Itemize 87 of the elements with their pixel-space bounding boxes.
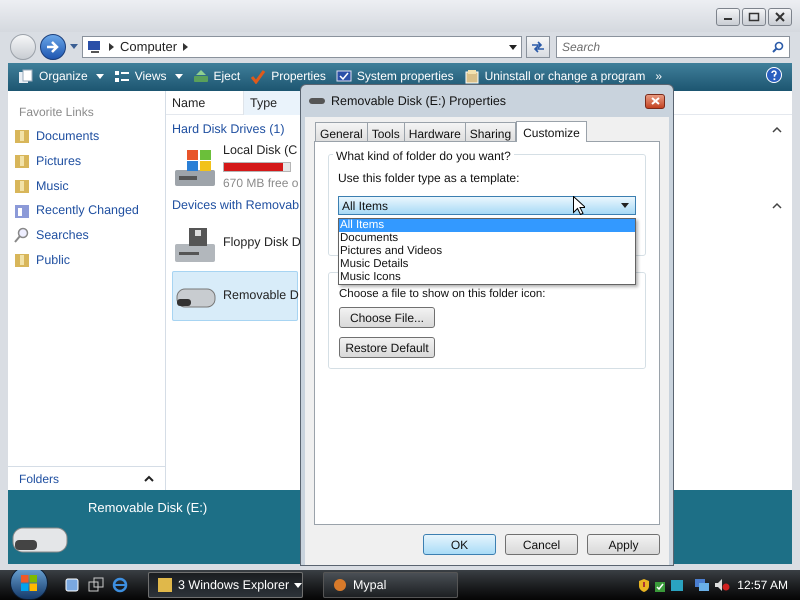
toolbar-button[interactable]: » (655, 67, 662, 85)
collapse-icon (772, 202, 782, 209)
maximize-button[interactable] (742, 8, 766, 26)
dialog-title: Removable Disk (E:) Properties (331, 92, 506, 110)
checkmark-icon (250, 68, 266, 84)
taskbar-button[interactable]: Mypal (323, 572, 458, 598)
toolbar-button[interactable]: Views (114, 67, 182, 85)
details-title: Removable Disk (E:) (88, 499, 208, 517)
group-heading: Devices with Removab (172, 196, 296, 214)
eject-icon (192, 68, 208, 84)
dropdown-option[interactable]: Documents (339, 232, 635, 245)
search-icon (772, 41, 784, 53)
shield-icon (638, 578, 650, 592)
toolbar-button[interactable]: Organize (18, 67, 104, 85)
windows-logo-icon (20, 574, 38, 592)
group-heading: Hard Disk Drives (1) (172, 121, 286, 138)
folder-icon (14, 202, 30, 219)
folder-icon (14, 178, 30, 194)
close-button[interactable] (645, 94, 665, 108)
dropdown-option[interactable]: Music Icons (339, 271, 635, 284)
close-button[interactable] (768, 8, 792, 26)
chevron-up-icon (144, 475, 154, 482)
tab[interactable]: Sharing (464, 122, 516, 141)
folder-type-dropdown[interactable]: All Items (338, 196, 636, 215)
box-icon (464, 68, 480, 84)
toolbar-button[interactable]: Properties (250, 67, 326, 85)
caret-icon (70, 44, 78, 50)
help-icon (766, 67, 782, 83)
folder-icon (14, 153, 30, 170)
toolbar-button[interactable]: Eject (192, 67, 240, 85)
minimize-button[interactable] (716, 8, 740, 26)
favorite-link[interactable]: Recently Changed (36, 201, 139, 220)
desktop-icon[interactable] (64, 577, 80, 593)
list-icon (114, 68, 130, 84)
tab[interactable]: Tools (366, 122, 405, 141)
forward-button[interactable] (40, 34, 66, 60)
drive-icon (309, 97, 325, 105)
refresh-icon (531, 41, 545, 53)
arrow-right-icon (46, 41, 60, 53)
dialog-button[interactable]: Apply (587, 534, 660, 555)
chevron-icon (109, 43, 114, 51)
tab[interactable]: General (315, 122, 368, 141)
folder-icon (14, 252, 30, 268)
tab[interactable]: Customize (516, 121, 587, 142)
app-icon (332, 577, 348, 593)
favorite-link[interactable]: Documents (36, 127, 100, 146)
monitor-icon (336, 68, 352, 84)
dialog-button[interactable]: Choose File... (339, 307, 435, 328)
drive-item[interactable]: Local Disk (C 670 MB free o (172, 142, 296, 191)
chevron-icon (183, 43, 188, 51)
favorite-link[interactable]: Public (36, 250, 70, 270)
dialog-button[interactable]: Cancel (505, 534, 578, 555)
folder-icon (14, 128, 30, 144)
section-heading: Favorite Links (18, 104, 95, 121)
speaker-muted-icon (714, 578, 730, 592)
taskbar-button[interactable]: 3 Windows Explorer (148, 572, 303, 598)
toolbar-button[interactable]: System properties (336, 67, 454, 85)
dialog-button[interactable]: Restore Default (339, 337, 435, 358)
toolbar-button[interactable]: Uninstall or change a program (464, 67, 646, 85)
dropdown-option[interactable]: Music Details (339, 258, 635, 271)
browser-icon[interactable] (112, 577, 128, 593)
close-icon (774, 12, 786, 22)
search-field[interactable]: Search (556, 36, 790, 58)
collapse-icon (772, 126, 782, 133)
dialog-button[interactable]: OK (423, 534, 496, 555)
dropdown-icon (509, 44, 517, 50)
refresh-button[interactable] (526, 36, 550, 58)
field-label: Choose a file to show on this folder icon: (339, 287, 546, 302)
dropdown-option[interactable]: Pictures and Videos (339, 245, 635, 258)
dropdown-icon (621, 203, 629, 208)
computer-icon (87, 40, 103, 54)
tab[interactable]: Hardware (404, 122, 466, 141)
breadcrumb[interactable]: Computer (120, 37, 178, 57)
clock: 12:57 AM (737, 577, 788, 594)
magnifier-icon (14, 227, 30, 244)
maximize-icon (748, 12, 760, 22)
drive-item[interactable]: Removable D (172, 270, 298, 320)
address-bar[interactable]: Computer (82, 36, 522, 58)
favorite-link[interactable]: Pictures (36, 152, 82, 170)
close-icon (650, 97, 660, 105)
favorite-link[interactable]: Searches (36, 226, 89, 245)
pages-icon (18, 68, 34, 84)
folder-icon (157, 577, 173, 593)
field-label: Use this folder type as a template: (338, 170, 520, 187)
mouse-pointer-icon (573, 196, 585, 215)
windows-icon[interactable] (88, 577, 104, 593)
favorite-link[interactable]: Music (36, 176, 69, 196)
